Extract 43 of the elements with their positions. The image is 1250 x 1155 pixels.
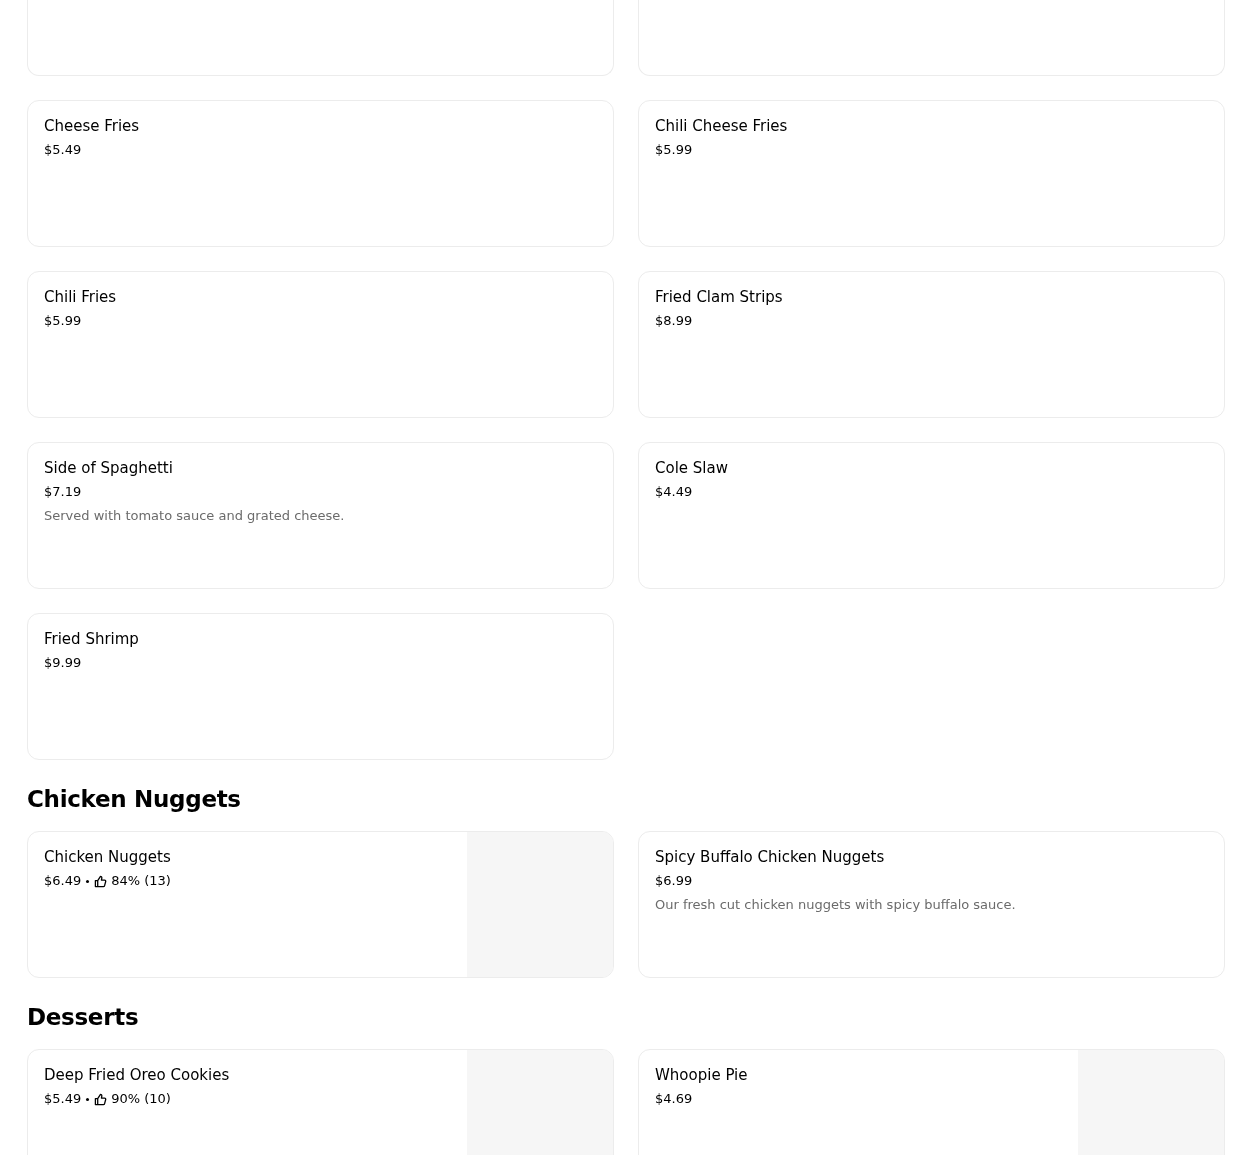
item-name: Chili Cheese Fries (655, 116, 789, 137)
thumbs-up-icon (94, 1092, 108, 1106)
item-description: Our fresh cut chicken nuggets with spicy buffalo sauce. (655, 896, 1017, 914)
section-heading: Desserts (27, 1003, 140, 1032)
separator-dot (86, 1097, 90, 1101)
item-name: Spicy Buffalo Chicken Nuggets (655, 847, 886, 868)
menu-item-card[interactable]: Chili Fries $5.99 (27, 271, 614, 418)
separator-dot (86, 879, 90, 883)
item-price: $4.49 (655, 483, 693, 501)
thumbs-up-icon (94, 874, 108, 888)
item-price: $7.19 (44, 483, 82, 501)
item-name: Cheese Fries (44, 116, 141, 137)
item-name: Deep Fried Oreo Cookies (44, 1065, 231, 1086)
menu-item-card[interactable]: Cole Slaw $4.49 (638, 442, 1225, 589)
menu-item-card[interactable]: Deep Fried Oreo Cookies $5.49 90% (10) (27, 1049, 614, 1155)
item-price: $9.99 (44, 654, 82, 672)
item-name: Chicken Nuggets (44, 847, 172, 868)
menu-item-card[interactable]: Fried Clam Strips $8.99 (638, 271, 1225, 418)
item-name: Side of Spaghetti (44, 458, 174, 479)
menu-item-card[interactable]: Fried Shrimp $9.99 (27, 613, 614, 760)
menu-item-card[interactable]: Spicy Buffalo Chicken Nuggets $6.99 Our fresh cut chicken nuggets with spicy buffalo sauce. (638, 831, 1225, 978)
item-name: Cole Slaw (655, 458, 729, 479)
item-price: $6.99 (655, 872, 693, 890)
menu-item-card[interactable]: Side of Spaghetti $7.19 Served with tomato sauce and grated cheese. (27, 442, 614, 589)
item-price: $4.69 (655, 1090, 693, 1108)
item-price: $5.49 (44, 1090, 82, 1108)
menu-item-card[interactable]: Cheese Fries $5.49 (27, 100, 614, 247)
item-name: Fried Shrimp (44, 629, 140, 650)
item-price: $8.99 (655, 312, 693, 330)
section-heading: Chicken Nuggets (27, 785, 242, 814)
item-name: Whoopie Pie (655, 1065, 749, 1086)
menu-item-card[interactable]: Whoopie Pie $4.69 (638, 1049, 1225, 1155)
item-price: $6.49 (44, 872, 82, 890)
item-price: $5.99 (655, 141, 693, 159)
menu-item-card[interactable]: Chili Cheese Fries $5.99 (638, 100, 1225, 247)
item-description: Served with tomato sauce and grated cheese. (44, 507, 346, 525)
item-name: Fried Clam Strips (655, 287, 784, 308)
item-rating: 90% (10) (111, 1090, 171, 1108)
menu-item-card[interactable]: Chicken Nuggets $6.49 84% (13) (27, 831, 614, 978)
item-rating: 84% (13) (111, 872, 171, 890)
item-price: $5.99 (44, 312, 82, 330)
item-price: $5.49 (44, 141, 82, 159)
item-name: Chili Fries (44, 287, 118, 308)
